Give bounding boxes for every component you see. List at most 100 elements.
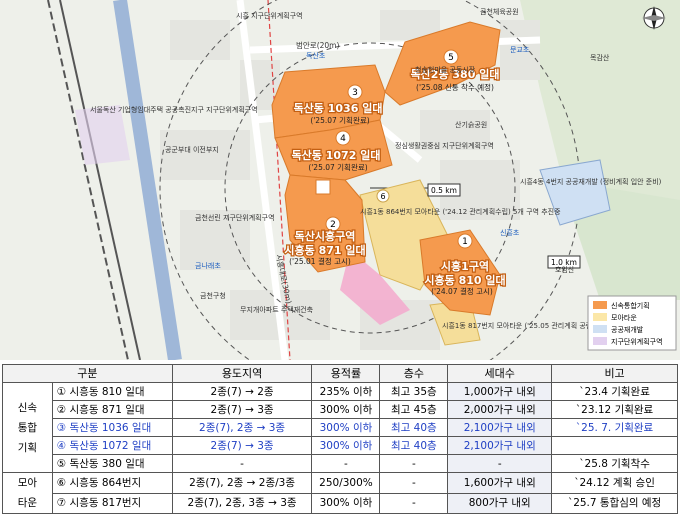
floors-cell: 최고 40층 [379,436,449,455]
project-name: 독산동 1072 일대 [69,439,152,452]
far-cell: 300% 이하 [311,492,381,514]
group-label: 신속 통합 기획 [2,382,53,473]
project-name: 독산동 1036 일대 [69,421,152,434]
floors-cell: 최고 45층 [379,400,449,419]
zone-number-1: 1 [462,237,468,247]
table-row: ⑦ 시흥동 817번지 2종(7), 2종, 3종 → 3종 300% 이하 -800… [3,492,678,514]
legend-label-2: 모아타운 [611,313,637,322]
header-note: 비고 [551,364,678,383]
legend-swatch-1 [593,301,607,309]
zone-number-4: 4 [340,134,346,144]
far-cell: 235% 이하 [311,382,381,401]
zone-2-note: ('25.01 결정 고시) [289,256,351,266]
label-geumnara-elem: 금나래초 [195,261,221,270]
legend-label-1: 신속통합기획 [611,301,650,310]
units-cell: 2,000가구 내외 [447,400,553,419]
zone-cell: 2종(7) → 3종 [171,436,313,455]
legend-swatch-3 [593,325,607,333]
map-svg: 5 3 4 2 1 6 독산2동 380 일대 독산동 1036 일대 독산동 … [0,0,680,360]
zone-number-6: 6 [380,192,385,201]
floors-cell: 최고 40층 [379,418,449,437]
note-cell: `25.7 통합심의 예정 [551,492,678,514]
label-doksan-elem: 독산초 [306,51,326,60]
zone-1-note: ('24.07 결정 고시) [431,286,493,296]
label-mudai: 무지개아파트 주택재건축 [240,305,314,314]
label-moa-864: 시흥1동 864번지 모아타운 ('24.12 관리계획수립) 5개 구역 추진… [360,207,561,216]
zone-1-title: 시흥1구역 [441,259,489,273]
label-seoul-doksan-district: 서울독산 기업형임대주택 공공촉진지구 지구단위계획구역 [90,105,258,114]
project-table: 구분 용도지역 용적률 층수 세대수 비고 신속 통합 기획 ① 시흥동 810 … [2,364,678,514]
label-siheung-district-top: 시흥 지구단위계획구역 [236,11,303,20]
label-sinheung-elem: 신흥초 [500,228,520,237]
units-cell: 1,600가구 내외 [447,472,553,494]
header-category: 구분 [2,364,173,383]
units-cell: 2,100가구 내외 [447,418,553,437]
far-cell: 300% 이하 [311,400,381,419]
note-cell: `23.12 기획완료 [551,400,678,419]
far-cell: - [311,454,381,473]
road-label-beomanro: 범안로(20m) [296,40,339,50]
floors-cell: 최고 35층 [379,382,449,401]
project-name-cell: ⑤ 독산동 380 일대 [51,454,173,473]
project-name-cell: ② 시흥동 871 일대 [51,400,173,419]
legend-swatch-4 [593,337,607,345]
zone-5-note: ('25.08 신통 착수 예정) [416,82,494,92]
far-cell: 300% 이하 [311,418,381,437]
zone-2-subtitle: 시흥동 871 일대 [284,243,365,257]
table-body: 신속 통합 기획 ① 시흥동 810 일대 2종(7) → 2종 235% 이하 최고 … [2,382,678,514]
header-floors: 층수 [379,364,449,383]
map-area: 5 3 4 2 1 6 독산2동 380 일대 독산동 1036 일대 독산동 … [0,0,680,360]
units-cell: 800가구 내외 [447,492,553,514]
project-number: ⑤ [56,457,67,470]
label-sinhyeon: 시흥1동 817번지 모아타운 ('25.05 관리계획 공람중) [442,321,602,330]
label-army-land: 공군부대 이전부지 [165,145,219,154]
units-cell: 2,100가구 내외 [447,436,553,455]
zone-1-subtitle: 시흥동 810 일대 [424,273,505,287]
ring-inner-label: 0.5 km [431,186,457,195]
note-cell [551,436,678,455]
legend-label-3: 공공재개발 [611,325,644,334]
label-hoamsan: 호암산 [555,265,575,274]
note-cell: `25.8 기획착수 [551,454,678,473]
zone-cell: 2종(7) → 3종 [171,400,313,419]
units-cell: 1,000가구 내외 [447,382,553,401]
label-geumcheon-park: 금천체육공원 [480,7,519,16]
far-cell: 250/300% [311,472,381,494]
units-cell: - [447,454,553,473]
zone-cell: 2종(7), 2종 → 2종/3종 [171,472,313,494]
floors-cell: - [379,472,449,494]
project-name-cell: ④ 독산동 1072 일대 [51,436,173,455]
zone-2-title: 독산시흥구역 [295,229,356,243]
floors-cell: - [379,454,449,473]
zone-4-title: 독산동 1072 일대 [292,148,381,162]
table-row: ④ 독산동 1072 일대 2종(7) → 3종 300% 이하 최고 40층 2,10… [3,436,678,455]
project-name-cell: ⑥ 시흥동 864번지 [51,472,173,494]
label-sangiseun-park: 산기슭공원 [455,120,487,129]
zone-3-note: ('25.07 기획완료) [310,115,369,125]
project-name: 시흥동 864번지 [69,476,142,489]
zone-4-note: ('25.07 기획완료) [308,162,367,172]
header-zone: 용도지역 [171,364,313,383]
label-market-center: 정심생활권중심 지구단위계획구역 [395,141,494,150]
label-mokgam: 목감산 [590,53,610,62]
note-cell: `24.12 계획 승인 [551,472,678,494]
project-number: ⑦ [56,497,67,510]
group-label: 모아 타운 [2,472,53,514]
project-name-cell: ⑦ 시흥동 817번지 [51,492,173,514]
note-cell: `23.4 기획완료 [551,382,678,401]
floors-cell: - [379,492,449,514]
table-row: ⑤ 독산동 380 일대 - - - - `25.8 기획착수 [3,454,678,473]
label-geumcheon-seonil: 금천선린 지구단위계획구역 [195,213,275,222]
project-name: 독산동 380 일대 [69,457,145,470]
legend-swatch-2 [593,313,607,321]
label-ugyo-elem: 문교초 [510,46,530,54]
project-name-cell: ③ 독산동 1036 일대 [51,418,173,437]
label-cheongsong: 청송헌마을 공동시장 [415,65,476,74]
table-row: ③ 독산동 1036 일대 2종(7), 2종 → 3종 300% 이하 최고 40층… [3,418,678,437]
label-siheung-sinsa: 시흥4동 4번지 공공재개발 (정비계획 입안 준비) [520,177,662,186]
project-number: ③ [56,421,67,434]
project-name: 시흥동 817번지 [69,497,142,510]
project-number: ② [56,403,67,416]
project-number: ④ [56,439,67,452]
table-row: 모아 타운 ⑥ 시흥동 864번지 2종(7), 2종 → 2종/3종 250/300… [2,472,678,514]
